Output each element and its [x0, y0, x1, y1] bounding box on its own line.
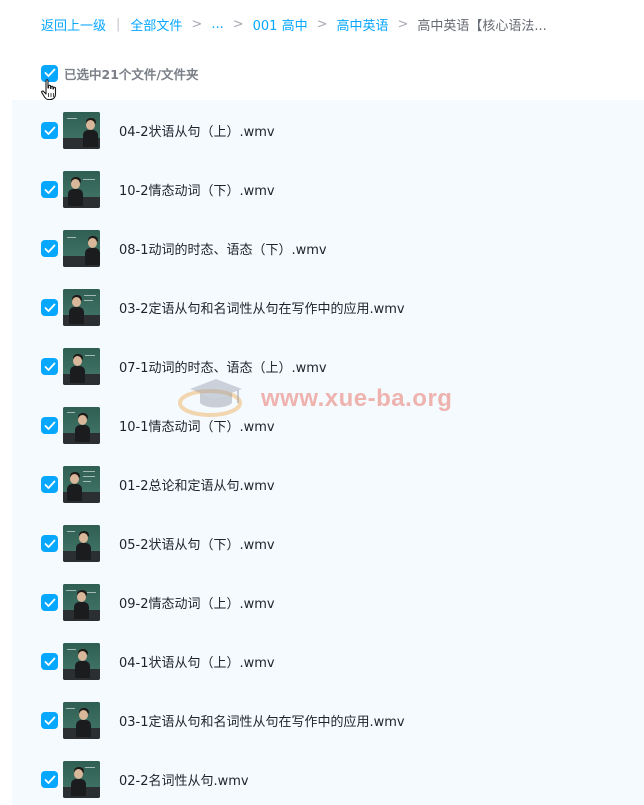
video-thumbnail [63, 643, 100, 680]
list-item[interactable]: 04-1状语从句（上）.wmv [12, 632, 644, 691]
item-checkbox[interactable] [41, 476, 58, 493]
file-name[interactable]: 10-1情态动词（下）.wmv [119, 416, 275, 435]
file-browser: 返回上一级 | 全部文件 > ... > 001 高中 > 高中英语 > 高中英… [0, 0, 644, 805]
file-name[interactable]: 07-1动词的时态、语态（上）.wmv [119, 357, 327, 376]
video-thumbnail [63, 466, 100, 503]
breadcrumb-level1[interactable]: 001 高中 [253, 15, 308, 34]
item-checkbox[interactable] [41, 535, 58, 552]
list-item[interactable]: 10-2情态动词（下）.wmv [12, 160, 644, 219]
item-checkbox[interactable] [41, 417, 58, 434]
video-thumbnail [63, 761, 100, 798]
file-name[interactable]: 03-1定语从句和名词性从句在写作中的应用.wmv [119, 711, 405, 730]
list-item[interactable]: 07-1动词的时态、语态（上）.wmv [12, 337, 644, 396]
check-icon [44, 244, 55, 253]
file-name[interactable]: 02-2名词性从句.wmv [119, 770, 249, 789]
video-thumbnail [63, 171, 100, 208]
video-thumbnail [63, 702, 100, 739]
list-item[interactable]: 03-2定语从句和名词性从句在写作中的应用.wmv [12, 278, 644, 337]
chevron-right-icon: > [232, 16, 244, 32]
file-name[interactable]: 08-1动词的时态、语态（下）.wmv [119, 239, 327, 258]
list-item[interactable]: 02-2名词性从句.wmv [12, 750, 644, 805]
video-thumbnail [63, 348, 100, 385]
breadcrumb-ellipsis[interactable]: ... [211, 17, 223, 32]
selection-count-label: 已选中21个文件/文件夹 [64, 66, 199, 82]
list-item[interactable]: 08-1动词的时态、语态（下）.wmv [12, 219, 644, 278]
file-name[interactable]: 03-2定语从句和名词性从句在写作中的应用.wmv [119, 298, 405, 317]
list-item[interactable]: 03-1定语从句和名词性从句在写作中的应用.wmv [12, 691, 644, 750]
hand-pointer-icon [41, 79, 57, 101]
video-thumbnail [63, 230, 100, 267]
check-icon [44, 775, 55, 784]
file-name[interactable]: 05-2状语从句（下）.wmv [119, 534, 275, 553]
check-icon [44, 126, 55, 135]
check-icon [44, 539, 55, 548]
back-link[interactable]: 返回上一级 [41, 15, 106, 34]
item-checkbox[interactable] [41, 712, 58, 729]
item-checkbox[interactable] [41, 771, 58, 788]
breadcrumb-current: 高中英语【核心语法... [417, 18, 547, 34]
check-icon [44, 185, 55, 194]
check-icon [44, 716, 55, 725]
chevron-right-icon: > [191, 16, 203, 32]
file-name[interactable]: 09-2情态动词（上）.wmv [119, 593, 275, 612]
list-item[interactable]: 09-2情态动词（上）.wmv [12, 573, 644, 632]
list-item[interactable]: 10-1情态动词（下）.wmv [12, 396, 644, 455]
video-thumbnail [63, 289, 100, 326]
video-thumbnail [63, 584, 100, 621]
item-checkbox[interactable] [41, 299, 58, 316]
item-checkbox[interactable] [41, 653, 58, 670]
item-checkbox[interactable] [41, 122, 58, 139]
file-name[interactable]: 04-1状语从句（上）.wmv [119, 652, 275, 671]
check-icon [44, 480, 55, 489]
breadcrumb: 返回上一级 | 全部文件 > ... > 001 高中 > 高中英语 > 高中英… [41, 13, 547, 35]
check-icon [44, 657, 55, 666]
select-all-bar: 已选中21个文件/文件夹 [41, 63, 198, 83]
list-item[interactable]: 04-2状语从句（上）.wmv [12, 101, 644, 160]
check-icon [44, 421, 55, 430]
check-icon [44, 362, 55, 371]
list-item[interactable]: 01-2总论和定语从句.wmv [12, 455, 644, 514]
item-checkbox[interactable] [41, 594, 58, 611]
breadcrumb-divider: | [116, 16, 121, 32]
chevron-right-icon: > [316, 16, 328, 32]
chevron-right-icon: > [397, 16, 409, 32]
video-thumbnail [63, 407, 100, 444]
breadcrumb-level2[interactable]: 高中英语 [337, 15, 389, 34]
video-thumbnail [63, 525, 100, 562]
file-name[interactable]: 10-2情态动词（下）.wmv [119, 180, 275, 199]
item-checkbox[interactable] [41, 358, 58, 375]
breadcrumb-all-files[interactable]: 全部文件 [130, 15, 182, 34]
left-gutter [0, 0, 12, 805]
list-item[interactable]: 05-2状语从句（下）.wmv [12, 514, 644, 573]
check-icon [44, 598, 55, 607]
video-thumbnail [63, 112, 100, 149]
file-name[interactable]: 01-2总论和定语从句.wmv [119, 475, 275, 494]
check-icon [44, 303, 55, 312]
item-checkbox[interactable] [41, 240, 58, 257]
file-name[interactable]: 04-2状语从句（上）.wmv [119, 121, 275, 140]
item-checkbox[interactable] [41, 181, 58, 198]
check-icon [44, 68, 55, 77]
file-list: 04-2状语从句（上）.wmv 10-2情态动词（下）.wmv 08-1动词的时… [12, 100, 644, 805]
